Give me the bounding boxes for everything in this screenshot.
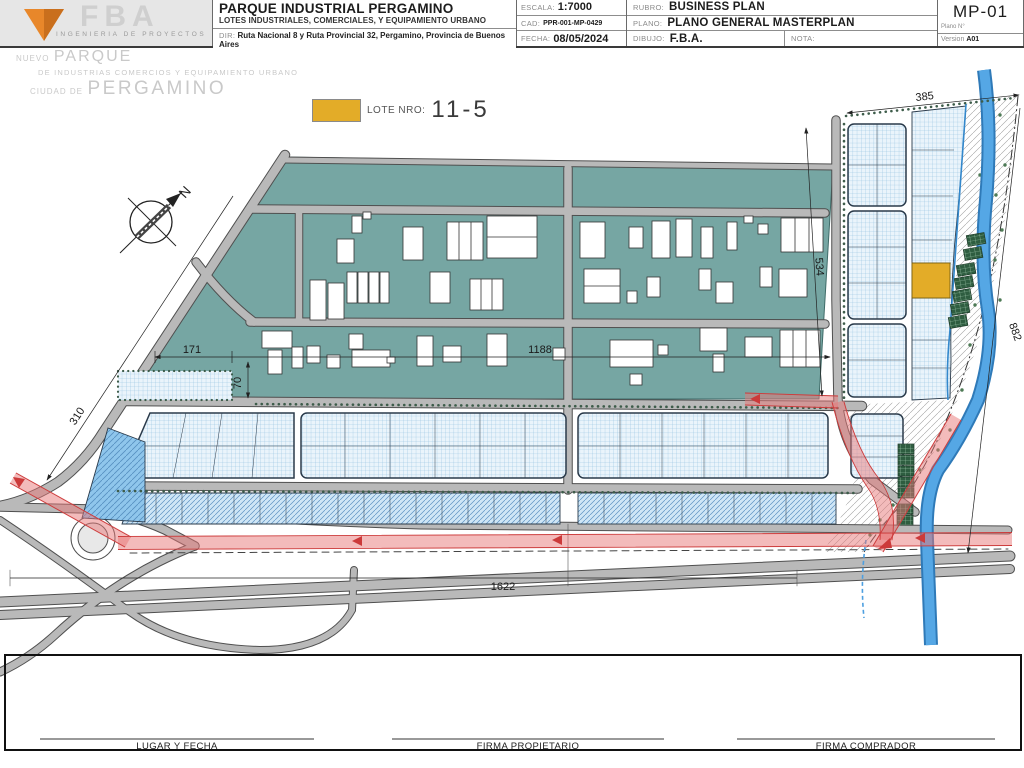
highlighted-lot-11-5 [911, 262, 951, 299]
project-title: PARQUE INDUSTRIAL PERGAMINO [219, 1, 454, 16]
dim-385: 385 [915, 90, 935, 104]
version-value: A01 [966, 36, 980, 43]
dir-label: DIR: [219, 31, 236, 40]
plano-value: PLANO GENERAL MASTERPLAN [667, 17, 855, 29]
cad-value: PPR-001-MP-0429 [543, 19, 603, 27]
dir-value: Ruta Nacional 8 y Ruta Provincial 32, Pe… [219, 31, 506, 49]
signature-block: LUGAR Y FECHA FIRMA PROPIETARIO FIRMA CO… [4, 654, 1022, 752]
fecha-label: FECHA: [521, 34, 551, 44]
signature-label-comprador: FIRMA COMPRADOR [815, 741, 917, 752]
dim-171: 171 [183, 344, 201, 356]
legend-swatch [312, 98, 361, 122]
dim-882: 882 [1006, 321, 1024, 342]
legend-label: LOTE NRO: [367, 104, 426, 116]
lot-legend: LOTE NRO: 11-5 [312, 96, 490, 124]
north-label: N [175, 183, 194, 201]
project-subtitle: LOTES INDUSTRIALES, COMERCIALES, Y EQUIP… [219, 16, 487, 25]
meta-cell-left: ESCALA: 1:7000 CAD: PPR-001-MP-0429 FECH… [517, 0, 627, 47]
signature-label-lugar: LUGAR Y FECHA [136, 741, 218, 752]
sheet-number: MP-01 [952, 2, 1009, 21]
logo-brand: FBA [80, 0, 160, 33]
dim-1188: 1188 [528, 344, 552, 356]
fecha-value: 08/05/2024 [553, 32, 609, 45]
drawing-sheet: 171 1188 70 534 385 882 310 1622 N FBA I… [0, 0, 1024, 768]
plano-label: PLANO: [633, 18, 663, 28]
dim-1622: 1622 [491, 581, 515, 593]
lot-171 [116, 369, 234, 402]
nota-label: NOTA: [791, 34, 815, 44]
sheet-number-cell: MP-01 Plano N° Version A01 [938, 0, 1024, 46]
title-block: FBA INGENIERIA DE PROYECTOS PARQUE INDUS… [0, 0, 1024, 51]
wm-prefix1: NUEVO [16, 54, 50, 63]
signature-line-propietario [392, 738, 664, 740]
signature-line-comprador [737, 738, 995, 740]
signature-label-propietario: FIRMA PROPIETARIO [476, 741, 580, 752]
cad-label: CAD: [521, 18, 541, 28]
meta-cell-mid: RUBRO: BUSINESS PLAN PLANO: PLANO GENERA… [627, 0, 938, 47]
watermark-title: NUEVO PARQUE DE INDUSTRIAS COMERCIOS Y E… [16, 48, 298, 99]
signature-line-lugar [40, 738, 314, 740]
rail-line [129, 548, 1009, 554]
legend-value: 11-5 [431, 96, 490, 123]
version-label: Version [941, 36, 965, 43]
escala-value: 1:7000 [557, 1, 593, 14]
dim-534: 534 [812, 257, 825, 276]
logo-tagline: INGENIERIA DE PROYECTOS [56, 31, 207, 38]
dim-70: 70 [232, 377, 244, 389]
dim-310: 310 [67, 405, 87, 427]
dibujo-label: DIBUJO: [633, 34, 665, 44]
project-cell: PARQUE INDUSTRIAL PERGAMINO LOTES INDUST… [213, 0, 517, 51]
plano-n-label: Plano N° [941, 24, 965, 30]
wm-prefix3: CIUDAD DE [30, 87, 84, 96]
dibujo-value: F.B.A. [669, 32, 703, 45]
site-plan: 171 1188 70 534 385 882 310 1622 N [0, 69, 1024, 677]
escala-label: ESCALA: [521, 2, 555, 12]
wm-big1: PARQUE [53, 48, 133, 65]
rubro-label: RUBRO: [633, 2, 664, 12]
rubro-value: BUSINESS PLAN [668, 1, 765, 14]
logo-cell: FBA INGENIERIA DE PROYECTOS [0, 0, 213, 46]
north-arrow: N [119, 183, 194, 254]
wm-big3: PERGAMINO [87, 78, 227, 99]
